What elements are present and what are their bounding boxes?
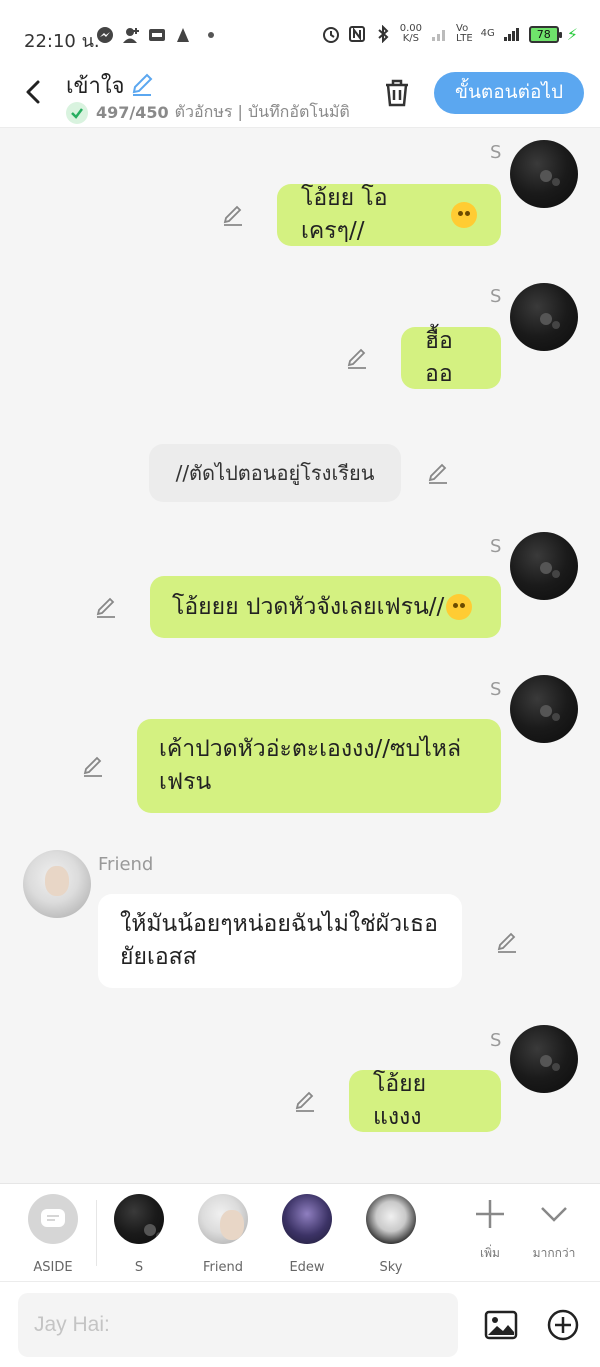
status-notification-icons (96, 26, 214, 44)
signal-weak-icon (432, 30, 446, 41)
autosave-text: ตัวอักษร | บันทึกอัตโนมัติ (174, 102, 350, 121)
message-text-line-2: เฟรน (159, 769, 212, 795)
edit-title-icon[interactable] (128, 70, 156, 98)
message-input[interactable] (18, 1293, 458, 1357)
character-edew[interactable]: Edew (272, 1194, 342, 1275)
app-notification-icon (177, 28, 189, 42)
message-text: ฮื้อออ (425, 328, 453, 387)
dizzy-emoji (446, 594, 473, 620)
alarm-icon (322, 27, 339, 43)
volte-label: Vo LTE (456, 24, 473, 44)
edit-message-icon[interactable] (292, 1088, 318, 1114)
save-status: 497/450 ตัวอักษร | บันทึกอัตโนมัติ (66, 100, 350, 125)
character-s[interactable]: S (104, 1194, 174, 1275)
avatar-friend[interactable] (23, 850, 91, 918)
avatar-s[interactable] (510, 283, 578, 351)
messenger-icon (97, 27, 113, 43)
add-person-icon (123, 28, 139, 43)
message-bubble[interactable]: โอ้ยย แงงง (349, 1070, 501, 1132)
chat-area[interactable]: S โอ้ยย โอเครๆ// S ฮื้อออ //ตัดไปตอนอยู่… (0, 128, 600, 1183)
character-count: 497/450 (96, 103, 169, 122)
input-bar (0, 1281, 600, 1367)
message-bubble[interactable]: เค้าปวดหัวอ่ะตะเองงง//ซบไหล่ เฟรน (137, 719, 501, 813)
character-label: S (134, 1260, 144, 1275)
message-text: โอ้ยย แงงง (373, 1071, 427, 1130)
message-bubble[interactable]: ฮื้อออ (401, 327, 501, 389)
message-text: โอ้ยยย ปวดหัวจังเลยเฟรน// (172, 593, 445, 620)
plus-icon (476, 1200, 504, 1228)
message-bubble[interactable]: โอ้ยย โอเครๆ// (277, 184, 501, 246)
back-button[interactable] (18, 76, 50, 108)
speaker-name: S (490, 1030, 502, 1051)
add-label: เพิ่ม (480, 1246, 500, 1260)
speaker-name: S (490, 286, 502, 307)
crying-smile-emoji (451, 202, 477, 228)
speaker-name: S (490, 142, 502, 163)
edew-avatar (282, 1194, 332, 1244)
message-text: โอ้ยย โอเครๆ// (301, 185, 388, 244)
edit-message-icon[interactable] (93, 594, 119, 620)
status-system-icons: 0.00 K/S Vo LTE 4G 78 ⚡ (322, 24, 578, 44)
volte-lte: LTE (456, 33, 473, 44)
aside-bubble[interactable]: //ตัดไปตอนอยู่โรงเรียน (149, 444, 401, 502)
character-sky[interactable]: Sky (356, 1194, 426, 1275)
chat-header: เข้าใจ 497/450 ตัวอักษร | บันทึกอัตโนมัต… (0, 62, 600, 128)
message-text-line-2: ยัยเอสส (120, 944, 197, 970)
character-label: ASIDE (33, 1260, 73, 1275)
edit-message-icon[interactable] (425, 460, 451, 486)
edit-message-icon[interactable] (494, 929, 520, 955)
avatar-s[interactable] (510, 532, 578, 600)
network-speed-unit: K/S (402, 33, 420, 44)
character-aside[interactable]: ASIDE (18, 1194, 88, 1275)
bluetooth-icon (378, 25, 389, 43)
edit-message-icon[interactable] (344, 345, 370, 371)
avatar-s[interactable] (510, 1025, 578, 1093)
image-icon[interactable] (484, 1308, 518, 1342)
webtoon-icon (149, 29, 165, 41)
next-step-button[interactable]: ขั้นตอนต่อไป (434, 72, 584, 114)
speaker-name: S (490, 679, 502, 700)
charging-icon: ⚡ (566, 24, 578, 44)
aside-text: //ตัดไปตอนอยู่โรงเรียน (175, 460, 375, 485)
signal-icon (503, 28, 519, 41)
avatar-s[interactable] (510, 140, 578, 208)
status-bar: 22:10 น. 0.00 K/S Vo LTE 4G 78 ⚡ (0, 0, 600, 62)
network-4g-label: 4G (480, 28, 495, 39)
character-label: Sky (379, 1260, 403, 1275)
nfc-icon (348, 26, 365, 42)
aside-avatar (28, 1194, 78, 1244)
character-friend[interactable]: Friend (188, 1194, 258, 1275)
divider (96, 1200, 97, 1266)
chapter-title: เข้าใจ (66, 74, 125, 99)
character-label: Friend (203, 1260, 243, 1275)
sky-avatar (366, 1194, 416, 1244)
more-notifications-dot (208, 32, 214, 38)
character-selector: ASIDE S Friend Edew Sky เพิ่ม มากกว่า (0, 1183, 600, 1281)
s-avatar (114, 1194, 164, 1244)
chat-bubble-icon (41, 1209, 65, 1227)
battery-indicator: 78 (528, 25, 562, 43)
status-time: 22:10 น. (24, 31, 100, 52)
message-bubble[interactable]: ให้มันน้อยๆหน่อยฉันไม่ใช่ผัวเธอ ยัยเอสส (98, 894, 462, 988)
message-text-line-1: เค้าปวดหัวอ่ะตะเองงง//ซบไหล่ (159, 736, 462, 762)
speaker-name: S (490, 536, 502, 557)
more-button[interactable]: มากกว่า (524, 1194, 584, 1263)
edit-message-icon[interactable] (220, 202, 246, 228)
friend-avatar (198, 1194, 248, 1244)
more-label: มากกว่า (532, 1246, 576, 1260)
avatar-s[interactable] (510, 675, 578, 743)
message-text-line-1: ให้มันน้อยๆหน่อยฉันไม่ใช่ผัวเธอ (120, 911, 438, 937)
network-speed: 0.00 K/S (400, 24, 422, 44)
chevron-down-icon (541, 1207, 567, 1222)
speaker-name: Friend (98, 854, 154, 875)
delete-button[interactable] (380, 76, 414, 110)
check-icon (66, 101, 88, 124)
message-bubble[interactable]: โอ้ยยย ปวดหัวจังเลยเฟรน// (150, 576, 501, 638)
add-character-button[interactable]: เพิ่ม (460, 1194, 520, 1263)
add-circle-icon[interactable] (546, 1308, 580, 1342)
edit-message-icon[interactable] (80, 753, 106, 779)
character-label: Edew (289, 1260, 325, 1275)
